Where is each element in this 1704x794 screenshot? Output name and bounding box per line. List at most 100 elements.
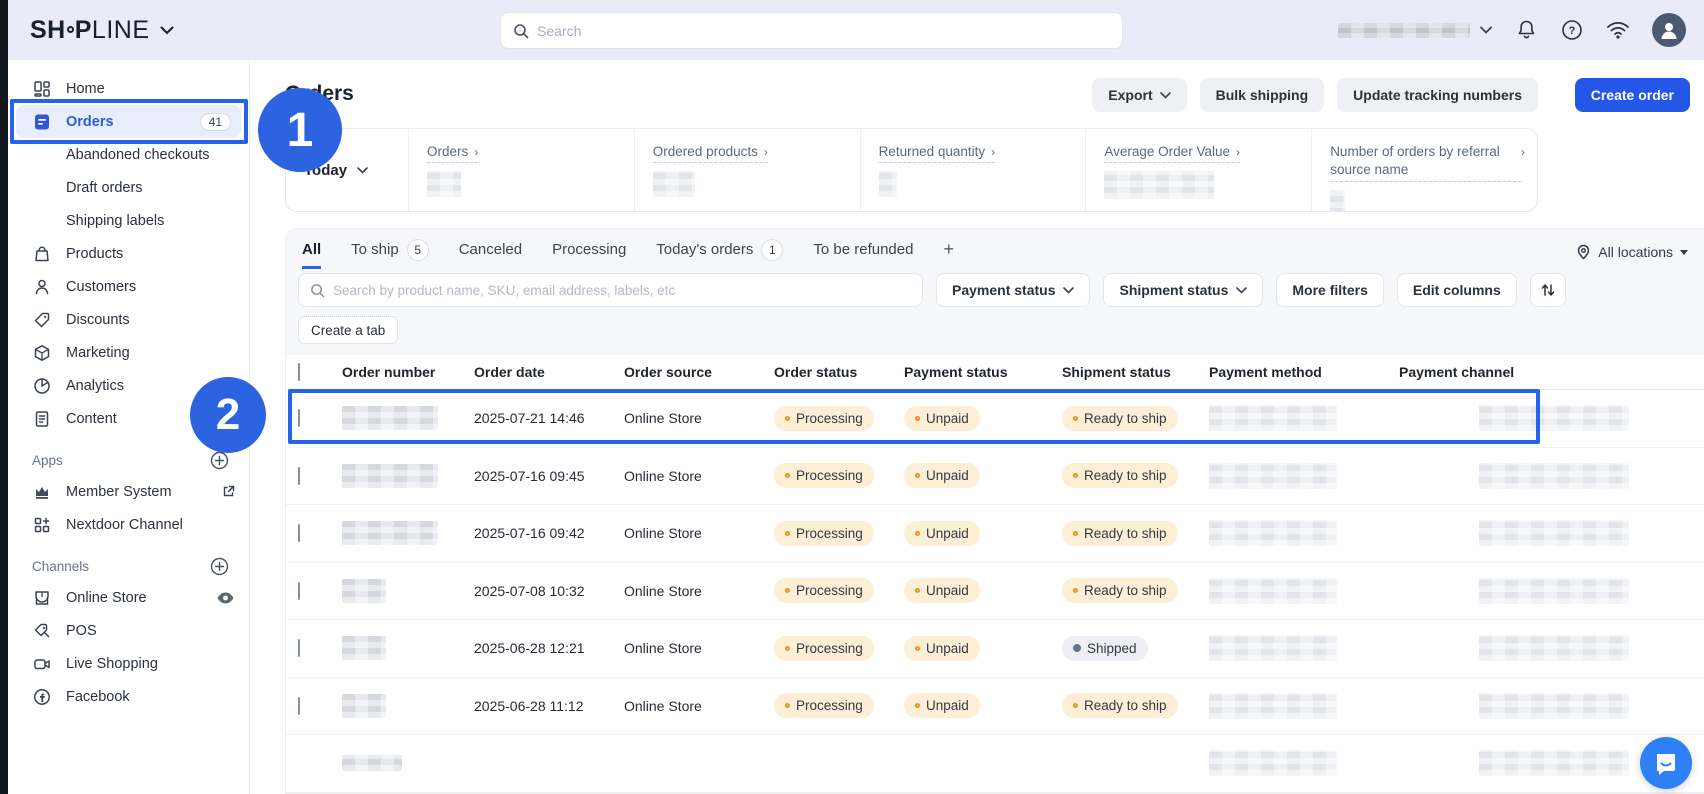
orders-icon <box>32 113 52 131</box>
table-row[interactable]: 2025-07-16 09:42Online StoreProcessingUn… <box>286 505 1704 563</box>
store-switcher[interactable] <box>1338 23 1492 38</box>
order-date: 2025-07-08 10:32 <box>474 583 624 599</box>
orders-search[interactable] <box>298 273 923 307</box>
table-row[interactable]: 2025-07-21 14:46Online StoreProcessingUn… <box>286 390 1704 448</box>
sidebar-item-marketing[interactable]: Marketing <box>8 336 249 369</box>
sidebar-item-label: Customers <box>66 279 235 295</box>
avatar[interactable] <box>1652 13 1686 47</box>
order-source: Online Store <box>624 525 774 541</box>
edit-columns-button[interactable]: Edit columns <box>1397 273 1517 307</box>
help-icon[interactable]: ? <box>1560 18 1584 42</box>
table-row[interactable]: 2025-07-08 10:32Online StoreProcessingUn… <box>286 563 1704 621</box>
locations-filter[interactable]: All locations <box>1576 244 1688 266</box>
status-badge: Processing <box>774 521 874 546</box>
orders-search-input[interactable] <box>333 283 911 298</box>
sidebar-item-draft-orders[interactable]: Draft orders <box>8 171 249 204</box>
tab-processing[interactable]: Processing <box>552 241 626 269</box>
sidebar-item-online-store[interactable]: Online Store <box>8 581 249 614</box>
chat-launcher-button[interactable] <box>1640 737 1692 789</box>
plus-circle-icon[interactable] <box>210 557 229 576</box>
table-row[interactable]: 2025-07-16 09:45Online StoreProcessingUn… <box>286 448 1704 506</box>
sidebar-item-abandoned-checkouts[interactable]: Abandoned checkouts <box>8 138 249 171</box>
status-dot-icon <box>915 646 920 651</box>
sidebar-item-customers[interactable]: Customers <box>8 270 249 303</box>
more-filters-button[interactable]: More filters <box>1276 273 1383 307</box>
plus-circle-icon[interactable] <box>210 451 229 470</box>
sidebar-item-label: Content <box>66 411 235 427</box>
sidebar-item-pos[interactable]: POS <box>8 614 249 647</box>
sort-button[interactable] <box>1530 273 1566 307</box>
sidebar-item-discounts[interactable]: Discounts <box>8 303 249 336</box>
global-search[interactable] <box>500 12 1123 49</box>
stat-label[interactable]: Orders› <box>427 144 478 163</box>
stat-label[interactable]: Number of orders by referral source name <box>1330 143 1521 182</box>
sidebar-item-facebook[interactable]: Facebook <box>8 680 249 713</box>
sidebar: HomeOrders41Abandoned checkoutsDraft ord… <box>8 60 250 794</box>
tab-to-be-refunded[interactable]: To be refunded <box>813 241 913 269</box>
sidebar-item-products[interactable]: Products <box>8 237 249 270</box>
update-tracking-numbers-button[interactable]: Update tracking numbers <box>1337 78 1538 112</box>
tab-to-ship[interactable]: To ship5 <box>351 239 429 272</box>
payment-method-redacted <box>1209 578 1337 604</box>
sidebar-item-content[interactable]: Content <box>8 402 249 435</box>
create-order-button[interactable]: Create order <box>1575 78 1690 112</box>
status-dot-icon <box>915 531 920 536</box>
table-header: Order numberOrder dateOrder sourceOrder … <box>286 355 1704 390</box>
stat-label[interactable]: Returned quantity› <box>879 144 996 163</box>
search-input[interactable] <box>537 23 1110 39</box>
wifi-icon[interactable] <box>1606 18 1630 42</box>
payment-status-button[interactable]: Payment status <box>936 273 1090 307</box>
sidebar-section-title: Apps <box>32 453 63 468</box>
sidebar-item-home[interactable]: Home <box>8 72 249 105</box>
stat-value-redacted <box>653 171 695 197</box>
row-checkbox[interactable] <box>298 467 300 485</box>
eye-icon[interactable] <box>216 591 235 605</box>
chevron-right-icon: › <box>474 145 478 159</box>
notification-bell-icon[interactable] <box>1514 18 1538 42</box>
column-header-order-source: Order source <box>624 364 774 380</box>
create-tab-button[interactable]: Create a tab <box>298 316 398 344</box>
add-tab-button[interactable]: + <box>943 239 954 271</box>
stat-metric: Orders› <box>409 129 635 211</box>
bulk-shipping-button[interactable]: Bulk shipping <box>1200 78 1325 112</box>
row-checkbox[interactable] <box>298 582 300 600</box>
sidebar-item-shipping-labels[interactable]: Shipping labels <box>8 204 249 237</box>
sidebar-item-member-system[interactable]: Member System <box>8 475 249 508</box>
stat-value-redacted <box>1330 190 1345 212</box>
stat-label[interactable]: Average Order Value› <box>1104 144 1240 163</box>
payment-channel-redacted <box>1479 578 1629 604</box>
stat-label[interactable]: Ordered products› <box>653 144 768 163</box>
analytics-icon <box>32 377 52 395</box>
chevron-right-icon: › <box>1521 145 1525 159</box>
status-badge: Processing <box>774 463 874 488</box>
tab-canceled[interactable]: Canceled <box>459 241 522 269</box>
order-source: Online Store <box>624 410 774 426</box>
row-checkbox[interactable] <box>298 639 300 657</box>
row-checkbox[interactable] <box>298 409 300 427</box>
sidebar-item-nextdoor-channel[interactable]: Nextdoor Channel <box>8 508 249 541</box>
sidebar-item-orders[interactable]: Orders41 <box>16 105 241 138</box>
stat-value-redacted <box>427 171 461 197</box>
sidebar-item-live-shopping[interactable]: Live Shopping <box>8 647 249 680</box>
shopline-logo[interactable]: SHPLINE <box>30 16 174 45</box>
row-checkbox[interactable] <box>298 524 300 542</box>
sidebar-item-analytics[interactable]: Analytics <box>8 369 249 402</box>
order-source: Online Store <box>624 698 774 714</box>
order-number-redacted <box>342 406 438 430</box>
table-row[interactable]: 2025-06-28 11:12Online StoreProcessingUn… <box>286 678 1704 736</box>
status-badge: Unpaid <box>904 693 980 718</box>
payment-method-redacted <box>1209 405 1337 431</box>
topbar: SHPLINE ? <box>8 0 1704 60</box>
select-all-checkbox[interactable] <box>298 363 300 381</box>
tab-today-s-orders[interactable]: Today's orders1 <box>656 239 783 272</box>
chevron-down-icon <box>1236 287 1247 294</box>
status-dot-icon <box>785 703 790 708</box>
export-button[interactable]: Export <box>1092 78 1186 112</box>
status-badge: Unpaid <box>904 578 980 603</box>
tab-all[interactable]: All <box>302 241 321 269</box>
date-range-selector[interactable]: Today <box>286 129 409 211</box>
table-row[interactable]: 2025-06-28 12:21Online StoreProcessingUn… <box>286 620 1704 678</box>
table-row[interactable] <box>286 735 1704 793</box>
row-checkbox[interactable] <box>298 697 300 715</box>
shipment-status-button[interactable]: Shipment status <box>1103 273 1263 307</box>
